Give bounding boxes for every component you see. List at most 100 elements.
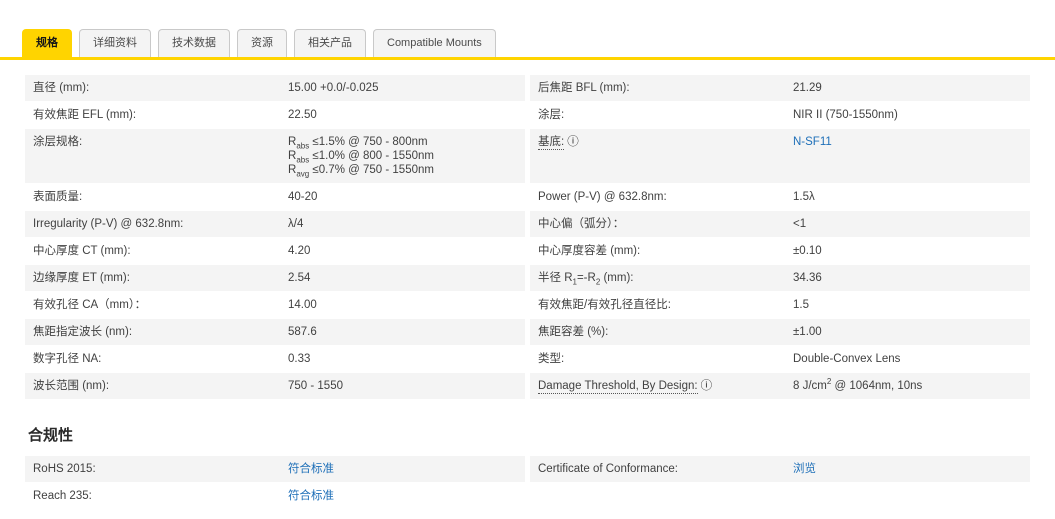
spec-label: 有效焦距 EFL (mm): bbox=[33, 109, 137, 121]
spec-label: 类型: bbox=[538, 353, 565, 365]
spec-value: 符合标准 bbox=[280, 456, 525, 482]
tab-3[interactable]: 技术数据 bbox=[158, 29, 230, 57]
tab-4[interactable]: 资源 bbox=[237, 29, 287, 57]
compliance-section-title: 合规性 bbox=[28, 427, 74, 444]
spec-label: Damage Threshold, By Design: ⓘ bbox=[538, 380, 713, 394]
spec-label: 中心厚度容差 (mm): bbox=[538, 245, 641, 257]
spec-label: RoHS 2015: bbox=[33, 463, 96, 475]
compliance-table: RoHS 2015: 符合标准 Certificate of Conformance… bbox=[25, 456, 1030, 509]
row-half-right: 焦距容差 (%): ±1.00 bbox=[530, 319, 1030, 345]
spec-value: ±1.00 bbox=[793, 326, 822, 338]
spec-value: <1 bbox=[793, 218, 807, 230]
table-row: 有效孔径 CA（mm）： 14.00 有效焦距/有效孔径直径比: 1.5 bbox=[25, 292, 1030, 318]
row-half-left: 表面质量: 40-20 bbox=[25, 184, 525, 210]
row-half-left: 中心厚度 CT (mm): 4.20 bbox=[25, 238, 525, 264]
spec-label: 半径 R1=-R2 (mm): bbox=[538, 272, 634, 287]
value-link[interactable]: N-SF11 bbox=[793, 136, 832, 148]
spec-value: 2.54 bbox=[288, 272, 311, 284]
value-link[interactable]: 浏览 bbox=[793, 463, 816, 475]
spec-value: 34.36 bbox=[793, 272, 822, 284]
spec-value: NIR II (750-1550nm) bbox=[793, 109, 898, 121]
row-half-left: 有效孔径 CA（mm）： 14.00 bbox=[25, 292, 525, 318]
spec-value: Rabs ≤1.5% @ 750 - 800nm Rabs ≤1.0% @ 800… bbox=[288, 136, 434, 179]
spec-value: 587.6 bbox=[288, 326, 317, 338]
row-half-right: 有效焦距/有效孔径直径比: 1.5 bbox=[530, 292, 1030, 318]
table-row: 焦距指定波长 (nm): 587.6 焦距容差 (%): ±1.00 bbox=[25, 319, 1030, 345]
tab-2[interactable]: 详细资料 bbox=[79, 29, 151, 57]
spec-label: 基底: ⓘ bbox=[538, 136, 579, 150]
spec-value: 浏览 bbox=[785, 456, 1030, 482]
value-link[interactable]: 符合标准 bbox=[288, 490, 334, 502]
tab-5[interactable]: 相关产品 bbox=[294, 29, 366, 57]
spec-label: 波长范围 (nm): bbox=[33, 380, 110, 392]
spec-value: 750 - 1550 bbox=[288, 380, 343, 392]
table-row: 有效焦距 EFL (mm): 22.50 涂层: NIR II (750-1550nm… bbox=[25, 102, 1030, 128]
row-half-right bbox=[530, 483, 1030, 509]
info-icon[interactable]: ⓘ bbox=[701, 380, 713, 392]
spec-value bbox=[785, 483, 1030, 509]
row-half-right: Damage Threshold, By Design: ⓘ 8 J/cm2 @ 1… bbox=[530, 373, 1030, 399]
table-row: 数字孔径 NA: 0.33 类型: Double-Convex Lens bbox=[25, 346, 1030, 372]
spec-value: 符合标准 bbox=[280, 483, 525, 509]
spec-value: Double-Convex Lens bbox=[793, 353, 901, 365]
row-half-right: 基底: ⓘ N-SF11 bbox=[530, 129, 1030, 183]
row-half-left: 波长范围 (nm): 750 - 1550 bbox=[25, 373, 525, 399]
spec-value: λ/4 bbox=[288, 218, 304, 230]
spec-label: 直径 (mm): bbox=[33, 82, 90, 94]
info-icon[interactable]: ⓘ bbox=[567, 136, 579, 148]
row-half-left: Irregularity (P-V) @ 632.8nm: λ/4 bbox=[25, 211, 525, 237]
table-row: 波长范围 (nm): 750 - 1550 Damage Threshold, By… bbox=[25, 373, 1030, 399]
spec-label: Reach 235: bbox=[33, 490, 92, 502]
spec-value: 22.50 bbox=[288, 109, 317, 121]
row-half-right: 半径 R1=-R2 (mm): 34.36 bbox=[530, 265, 1030, 291]
row-half-left: RoHS 2015: 符合标准 bbox=[25, 456, 525, 482]
spec-label: 数字孔径 NA: bbox=[33, 353, 102, 365]
row-half-right: Certificate of Conformance: 浏览 bbox=[530, 456, 1030, 482]
value-link[interactable]: 符合标准 bbox=[288, 463, 334, 475]
spec-label: Irregularity (P-V) @ 632.8nm: bbox=[33, 218, 184, 230]
row-half-right: 中心厚度容差 (mm): ±0.10 bbox=[530, 238, 1030, 264]
row-half-right: 中心偏（弧分）： <1 bbox=[530, 211, 1030, 237]
tab-6[interactable]: Compatible Mounts bbox=[373, 29, 496, 57]
spec-value: N-SF11 bbox=[785, 129, 1030, 183]
row-half-right: 类型: Double-Convex Lens bbox=[530, 346, 1030, 372]
row-half-left: Reach 235: 符合标准 bbox=[25, 483, 525, 509]
row-half-left: 数字孔径 NA: 0.33 bbox=[25, 346, 525, 372]
spec-label: 中心厚度 CT (mm): bbox=[33, 245, 131, 257]
spec-value: ±0.10 bbox=[793, 245, 822, 257]
tab-underline bbox=[0, 57, 1055, 60]
spec-page: 规格 详细资料 技术数据 资源 相关产品 Compatible Mounts 直径 (mm… bbox=[0, 29, 1055, 509]
spec-label: 涂层: bbox=[538, 109, 565, 121]
spec-label: Certificate of Conformance: bbox=[538, 463, 678, 475]
spec-value: 14.00 bbox=[288, 299, 317, 311]
row-half-left: 直径 (mm): 15.00 +0.0/-0.025 bbox=[25, 75, 525, 101]
spec-label bbox=[530, 483, 785, 509]
spec-value: 21.29 bbox=[793, 82, 822, 94]
tab-bar: 规格 详细资料 技术数据 资源 相关产品 Compatible Mounts bbox=[0, 29, 1055, 57]
spec-label: 表面质量: bbox=[33, 191, 83, 203]
spec-table: 直径 (mm): 15.00 +0.0/-0.025 后焦距 BFL (mm): 21… bbox=[25, 75, 1030, 399]
table-row: 中心厚度 CT (mm): 4.20 中心厚度容差 (mm): ±0.10 bbox=[25, 238, 1030, 264]
table-row: RoHS 2015: 符合标准 Certificate of Conformance… bbox=[25, 456, 1030, 482]
row-half-right: 涂层: NIR II (750-1550nm) bbox=[530, 102, 1030, 128]
table-row: Irregularity (P-V) @ 632.8nm: λ/4 中心偏（弧分）：… bbox=[25, 211, 1030, 237]
spec-label: Power (P-V) @ 632.8nm: bbox=[538, 191, 667, 203]
spec-label: 焦距指定波长 (nm): bbox=[33, 326, 133, 338]
row-half-left: 边缘厚度 ET (mm): 2.54 bbox=[25, 265, 525, 291]
spec-value: 1.5λ bbox=[793, 191, 815, 203]
spec-label: 有效焦距/有效孔径直径比: bbox=[538, 299, 671, 311]
table-row: 表面质量: 40-20 Power (P-V) @ 632.8nm: 1.5λ bbox=[25, 184, 1030, 210]
spec-label: 边缘厚度 ET (mm): bbox=[33, 272, 130, 284]
spec-label: 有效孔径 CA（mm）： bbox=[33, 299, 147, 311]
row-half-left: 有效焦距 EFL (mm): 22.50 bbox=[25, 102, 525, 128]
table-row: 直径 (mm): 15.00 +0.0/-0.025 后焦距 BFL (mm): 21… bbox=[25, 75, 1030, 101]
spec-label: 涂层规格: bbox=[33, 136, 83, 148]
tab-1[interactable]: 规格 bbox=[22, 29, 72, 57]
row-half-right: Power (P-V) @ 632.8nm: 1.5λ bbox=[530, 184, 1030, 210]
spec-label: 后焦距 BFL (mm): bbox=[538, 82, 630, 94]
table-row: Reach 235: 符合标准 bbox=[25, 483, 1030, 509]
row-half-right: 后焦距 BFL (mm): 21.29 bbox=[530, 75, 1030, 101]
spec-content: 直径 (mm): 15.00 +0.0/-0.025 后焦距 BFL (mm): 21… bbox=[0, 75, 1055, 509]
spec-value: 8 J/cm2 @ 1064nm, 10ns bbox=[793, 377, 923, 392]
spec-label: 中心偏（弧分）： bbox=[538, 218, 625, 230]
